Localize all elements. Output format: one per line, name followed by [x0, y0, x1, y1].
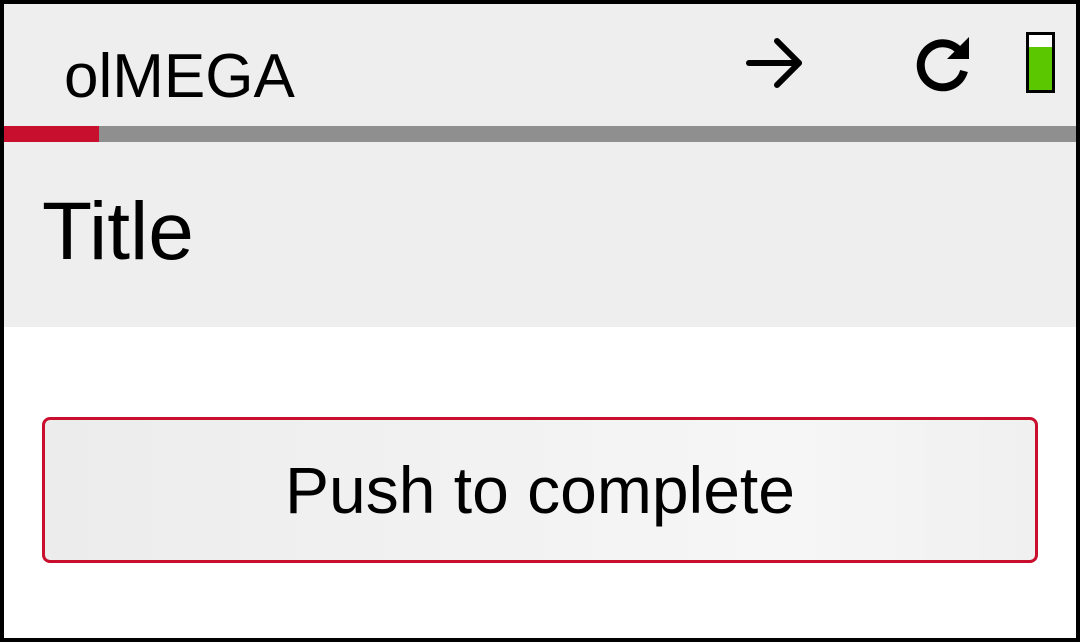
complete-button-label: Push to complete [285, 453, 795, 527]
question-header: Title [4, 142, 1076, 327]
progress-bar-fill [4, 126, 100, 142]
refresh-button[interactable] [908, 28, 978, 98]
battery-level-fill [1029, 47, 1052, 90]
forward-button[interactable] [740, 28, 810, 98]
app-screen: olMEGA Title Push to complete [4, 4, 1076, 638]
app-bar: olMEGA [4, 4, 1076, 126]
refresh-icon [916, 37, 969, 92]
app-title: olMEGA [64, 42, 295, 111]
page-title: Title [42, 186, 194, 277]
arrow-right-icon [746, 38, 802, 88]
progress-bar [4, 126, 1076, 142]
battery-icon [1026, 32, 1055, 93]
complete-button[interactable]: Push to complete [42, 417, 1038, 563]
